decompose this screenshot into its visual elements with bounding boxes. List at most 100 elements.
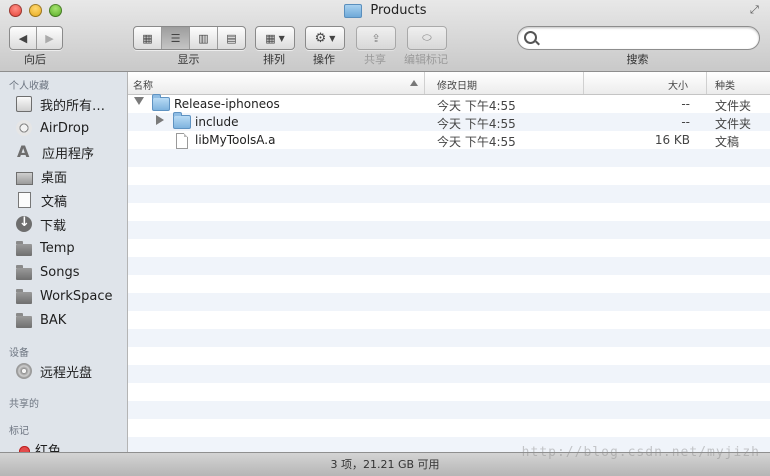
file-row-include[interactable]: include 今天 下午4:55 -- 文件夹 [128, 112, 770, 132]
column-kind-header[interactable]: 种类 [715, 77, 735, 92]
sidebar-item-label: 文稿 [41, 194, 68, 210]
file-kind: 文稿 [715, 135, 740, 149]
folder-icon [343, 3, 362, 18]
all-files-icon [16, 96, 32, 112]
sidebar-item-workspace[interactable]: WorkSpace [16, 285, 126, 307]
column-name-header[interactable]: 名称 [133, 77, 153, 92]
file-date: 今天 下午4:55 [437, 117, 516, 131]
arrange-icon: ▦ [265, 31, 276, 45]
sidebar-item-bak[interactable]: BAK [16, 309, 126, 331]
downloads-icon [16, 215, 32, 232]
file-row-release-iphoneos[interactable]: Release-iphoneos 今天 下午4:55 -- 文件夹 [128, 94, 770, 114]
desktop-icon [16, 171, 33, 185]
folder-icon [16, 265, 32, 280]
folder-icon [173, 112, 191, 129]
sidebar-item-label: Temp [40, 240, 75, 256]
sidebar-item-label: 下载 [40, 218, 67, 234]
tag-icon: ⬭ [422, 31, 432, 44]
gear-icon: ⚙ [314, 30, 327, 46]
file-list: 名称 修改日期 大小 种类 Release-iphoneos 今天 下午4:55… [128, 72, 770, 452]
tags-label: 编辑标记 [404, 53, 448, 66]
documents-icon [18, 192, 31, 208]
file-kind: 文件夹 [715, 99, 752, 113]
icon-grid-icon: ▦ [142, 31, 153, 45]
share-control: ⇪ [356, 26, 396, 50]
chevron-down-icon: ▼ [278, 33, 285, 43]
file-row-libmytoolsa[interactable]: libMyToolsA.a 今天 下午4:55 16 KB 文稿 [128, 132, 770, 150]
sidebar-header-shared: 共享的 [9, 399, 39, 410]
back-button[interactable]: ◀ [10, 27, 36, 49]
sidebar-item-downloads[interactable]: 下载 [16, 213, 126, 235]
column-view-button[interactable]: ▥ [189, 27, 217, 49]
column-header: 名称 修改日期 大小 种类 [128, 72, 770, 95]
edit-tags-button[interactable]: ⬭ [408, 27, 446, 49]
column-date-header[interactable]: 修改日期 [437, 77, 477, 92]
share-icon: ⇪ [371, 31, 381, 45]
file-name: include [195, 115, 239, 129]
sidebar-item-remote-disc[interactable]: 远程光盘 [16, 360, 126, 382]
fullscreen-icon[interactable]: ⤢ [750, 4, 762, 16]
sidebar-item-desktop[interactable]: 桌面 [16, 165, 126, 187]
file-date: 今天 下午4:55 [437, 135, 516, 149]
disclosure-triangle-open-icon[interactable] [134, 97, 144, 105]
sidebar-item-label: 我的所有… [40, 98, 106, 114]
column-divider[interactable] [424, 72, 425, 94]
sidebar-item-label: BAK [40, 312, 67, 328]
file-date: 今天 下午4:55 [437, 99, 516, 113]
column-size-header[interactable]: 大小 [668, 77, 688, 92]
sidebar-item-temp[interactable]: Temp [16, 237, 126, 259]
back-forward-control: ◀ ▶ [9, 26, 63, 50]
column-divider[interactable] [583, 72, 584, 94]
column-divider[interactable] [706, 72, 707, 94]
arrange-label: 排列 [263, 53, 285, 66]
sidebar-item-applications[interactable]: 应用程序 [16, 141, 126, 163]
chevron-left-icon: ◀ [18, 31, 28, 45]
status-text: 3 项，21.21 GB 可用 [330, 458, 440, 471]
finder-window: Products ⤢ ◀ ▶ 向后 ▦ ☰ ▥ ▤ 显示 ▦ ▼ 排列 ⚙ ▼ … [0, 0, 770, 476]
sidebar-item-airdrop[interactable]: AirDrop [16, 117, 126, 139]
sidebar-item-tag-red[interactable]: 红色 [16, 438, 126, 452]
file-icon [176, 133, 188, 149]
sidebar-item-label: 桌面 [41, 170, 68, 186]
window-title-text: Products [370, 3, 427, 18]
disclosure-triangle-closed-icon[interactable] [156, 115, 164, 125]
action-button[interactable]: ⚙ ▼ [306, 27, 344, 49]
sidebar-item-label: 远程光盘 [40, 365, 93, 381]
search-icon [524, 31, 537, 44]
list-icon: ☰ [170, 31, 181, 45]
chevron-right-icon: ▶ [45, 31, 54, 45]
arrange-button[interactable]: ▦ ▼ [256, 27, 294, 49]
folder-icon [16, 289, 32, 304]
coverflow-view-button[interactable]: ▤ [217, 27, 245, 49]
share-label: 共享 [364, 53, 386, 66]
sidebar-item-label: AirDrop [40, 120, 90, 136]
file-size: -- [681, 115, 690, 129]
sidebar-item-label: 红色 [35, 443, 62, 453]
folder-icon [16, 241, 32, 256]
watermark: http://blog.csdn.net/myjizh [521, 445, 760, 460]
icon-view-button[interactable]: ▦ [134, 27, 161, 49]
disc-icon [16, 363, 32, 379]
columns-icon: ▥ [198, 31, 209, 45]
toolbar: Products ⤢ ◀ ▶ 向后 ▦ ☰ ▥ ▤ 显示 ▦ ▼ 排列 ⚙ ▼ … [0, 0, 770, 72]
search-field[interactable] [517, 26, 760, 50]
list-view-button[interactable]: ☰ [161, 27, 189, 49]
action-label: 操作 [313, 53, 335, 66]
forward-button[interactable]: ▶ [36, 27, 62, 49]
applications-icon [16, 142, 34, 161]
sidebar-item-all-files[interactable]: 我的所有… [16, 93, 126, 115]
sidebar-item-documents[interactable]: 文稿 [16, 189, 126, 211]
sort-ascending-icon [410, 80, 418, 86]
file-size: 16 KB [654, 133, 690, 147]
view-mode-control: ▦ ☰ ▥ ▤ [133, 26, 246, 50]
view-label: 显示 [177, 53, 200, 66]
window-title: Products [0, 3, 770, 18]
sidebar-item-label: WorkSpace [40, 288, 113, 304]
airdrop-icon [16, 120, 32, 136]
share-button[interactable]: ⇪ [357, 27, 395, 49]
back-label: 向后 [24, 53, 46, 66]
arrange-control: ▦ ▼ [255, 26, 295, 50]
sidebar-header-favorites: 个人收藏 [9, 81, 49, 92]
sidebar-item-songs[interactable]: Songs [16, 261, 126, 283]
search-input[interactable] [540, 29, 754, 47]
